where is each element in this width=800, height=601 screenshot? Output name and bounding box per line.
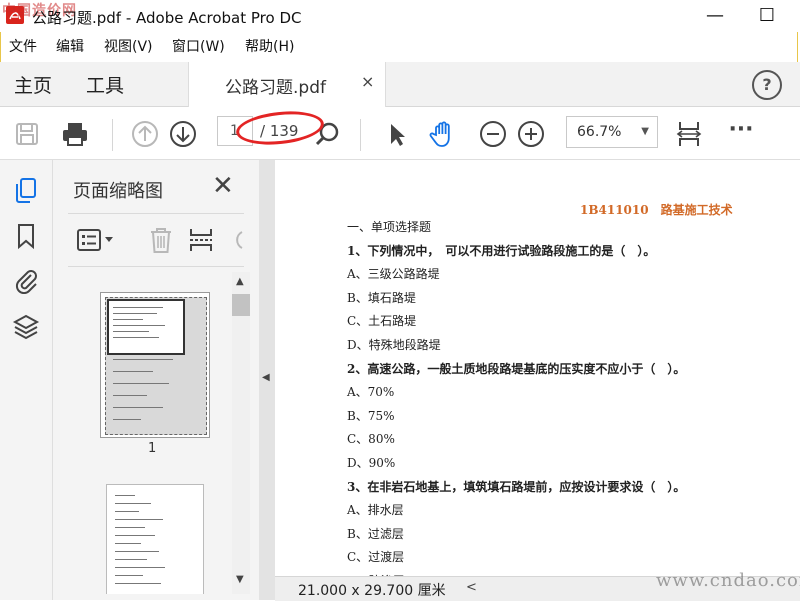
document-text-line: 一、单项选择题 xyxy=(347,220,432,234)
fit-page-icon[interactable] xyxy=(674,119,704,149)
thumbnail-text-line xyxy=(115,535,155,536)
document-text-line: B、75% xyxy=(347,409,395,423)
document-text-line: D、90% xyxy=(347,456,396,470)
watermark-bottom-right: www.cndao.com xyxy=(656,570,800,591)
document-text-line: C、土石路堤 xyxy=(347,314,417,328)
document-text-line: B、过滤层 xyxy=(347,527,404,541)
extract-pages-icon[interactable] xyxy=(188,226,214,254)
attachment-icon[interactable] xyxy=(12,266,40,294)
close-tab-icon[interactable]: × xyxy=(361,72,374,91)
thumbnail-options-icon[interactable] xyxy=(76,228,116,252)
zoom-in-icon[interactable] xyxy=(516,119,546,149)
document-text-line: C、80% xyxy=(347,432,395,446)
thumbnail-text-line xyxy=(113,307,163,308)
thumbnail-list xyxy=(68,272,232,594)
collapse-panel-icon[interactable]: ◀ xyxy=(262,372,270,383)
delete-page-icon[interactable] xyxy=(148,226,174,254)
thumbnail-text-line xyxy=(115,559,147,560)
save-icon[interactable] xyxy=(12,119,42,149)
bookmark-icon[interactable] xyxy=(12,222,40,250)
rotate-page-icon[interactable] xyxy=(228,228,244,252)
thumbnail-text-line xyxy=(113,319,143,320)
thumbnail-scrollbar[interactable]: ▲ ▼ xyxy=(232,272,250,594)
thumbnail-text-line xyxy=(113,337,159,338)
hand-tool-icon[interactable] xyxy=(428,119,458,149)
scroll-left-icon[interactable]: < xyxy=(466,580,477,595)
main-toolbar: ··· xyxy=(0,107,800,160)
thumbnail-text-line xyxy=(113,359,173,360)
thumbnail-scrollbar-thumb[interactable] xyxy=(232,294,250,316)
thumbnail-text-line xyxy=(115,575,143,576)
thumbnail-text-line xyxy=(113,325,165,326)
thumbnail-text-line xyxy=(115,583,161,584)
tools-tab[interactable]: 工具 xyxy=(86,71,124,98)
thumbnail-text-line xyxy=(115,503,151,504)
thumbnail-text-line xyxy=(113,419,141,420)
help-icon[interactable]: ? xyxy=(752,70,782,100)
previous-page-icon[interactable] xyxy=(130,119,160,149)
document-section-header: 1B411010 路基施工技术 xyxy=(580,203,733,217)
toolbar-separator xyxy=(112,119,113,151)
thumbnail-text-line xyxy=(115,551,159,552)
home-tab[interactable]: 主页 xyxy=(14,71,52,98)
question-text: 3、在非岩石地基上，填筑填石路堤前，应按设计要求设（ ）。 xyxy=(347,480,686,494)
document-text-line: D、特殊地段路堤 xyxy=(347,338,441,352)
zoom-level-value: 66.7% xyxy=(577,124,622,140)
thumbnail-text-line xyxy=(113,407,163,408)
zoom-level-select[interactable]: 66.7% ▼ xyxy=(566,116,658,148)
thumbnail-text-line xyxy=(115,511,139,512)
scroll-down-icon[interactable]: ▼ xyxy=(236,574,244,585)
left-icon-rail xyxy=(0,160,53,600)
scroll-up-icon[interactable]: ▲ xyxy=(236,276,244,287)
thumbnail-text-line xyxy=(113,383,169,384)
menu-help[interactable]: 帮助(H) xyxy=(245,36,294,56)
thumbnail-text-line xyxy=(115,495,135,496)
thumbnail-text-line xyxy=(115,567,165,568)
toolbar-separator xyxy=(360,119,361,151)
zoom-out-icon[interactable] xyxy=(478,119,508,149)
document-text-line: A、70% xyxy=(347,385,395,399)
document-text-line: A、排水层 xyxy=(347,503,404,517)
maximize-button[interactable]: ☐ xyxy=(752,4,782,28)
thumbnail-panel-title: 页面缩略图 xyxy=(73,181,163,202)
menu-file[interactable]: 文件 xyxy=(9,36,37,56)
thumbnail-text-line xyxy=(113,395,147,396)
close-panel-icon[interactable]: ✕ xyxy=(212,172,234,200)
select-cursor-icon[interactable] xyxy=(382,119,412,149)
document-text-line: B、填石路堤 xyxy=(347,291,416,305)
document-text-line: C、过渡层 xyxy=(347,550,405,564)
question-text: 2、高速公路，一般土质地段路堤基底的压实度不应小于（ ）。 xyxy=(347,362,686,376)
layers-icon[interactable] xyxy=(12,312,40,340)
document-tab-label: 公路习题.pdf xyxy=(225,78,326,98)
page-thumbnail-1[interactable] xyxy=(100,292,210,438)
menu-view[interactable]: 视图(V) xyxy=(104,36,153,56)
window-title: 公路习题.pdf - Adobe Acrobat Pro DC xyxy=(32,9,302,27)
next-page-icon[interactable] xyxy=(168,119,198,149)
minimize-button[interactable]: — xyxy=(700,4,730,28)
chevron-down-icon: ▼ xyxy=(641,126,649,137)
thumbnail-text-line xyxy=(115,527,145,528)
menu-edit[interactable]: 编辑 xyxy=(56,36,84,56)
document-text-line: A、三级公路路堤 xyxy=(347,267,440,281)
print-icon[interactable] xyxy=(60,119,90,149)
more-tools-icon[interactable]: ··· xyxy=(726,119,756,149)
document-tab[interactable]: 公路习题.pdf × xyxy=(188,62,386,107)
top-nav-bar: 主页 工具 xyxy=(0,62,800,107)
thumbnail-text-line xyxy=(113,313,157,314)
menu-window[interactable]: 窗口(W) xyxy=(172,36,225,56)
thumbnail-text-line xyxy=(115,543,141,544)
thumbnail-toolbar xyxy=(68,213,244,267)
thumbnail-text-line xyxy=(113,371,153,372)
page-thumbnail-2[interactable] xyxy=(106,484,204,594)
thumbnail-text-line xyxy=(115,519,163,520)
thumbnail-page-number: 1 xyxy=(148,441,157,456)
question-text: 1、下列情况中， 可以不用进行试验路段施工的是（ ）。 xyxy=(347,244,656,258)
page-thumbnails-icon[interactable] xyxy=(12,176,40,204)
page-size-label: 21.000 x 29.700 厘米 xyxy=(298,583,446,599)
thumbnail-text-line xyxy=(113,331,149,332)
